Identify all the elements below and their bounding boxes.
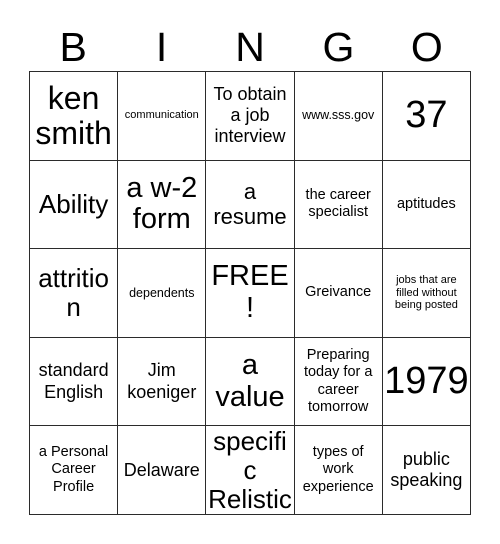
bingo-cell[interactable]: To obtain a job interview bbox=[206, 72, 295, 161]
bingo-cell[interactable]: Greivance bbox=[294, 249, 383, 338]
bingo-cell[interactable]: public speaking bbox=[382, 426, 471, 515]
bingo-header-letter-o: O bbox=[410, 24, 443, 70]
bingo-grid: ken smith communication To obtain a job in… bbox=[29, 71, 471, 515]
bingo-cell-label: ken smith bbox=[35, 80, 112, 151]
bingo-cell-label: types of work experience bbox=[302, 444, 374, 495]
bingo-cell-label: Ability bbox=[38, 188, 109, 219]
bingo-cell[interactable]: the career specialist bbox=[294, 160, 383, 250]
bingo-cell[interactable]: a Personal Career Profile bbox=[30, 426, 119, 515]
bingo-cell[interactable]: a w-2 form bbox=[118, 160, 207, 250]
bingo-cell-label: Jim koeniger bbox=[127, 360, 197, 402]
bingo-cell[interactable]: Preparing today for a career tomorrow bbox=[294, 337, 383, 427]
bingo-cell-label: a Personal Career Profile bbox=[38, 444, 109, 495]
bingo-cell-label: communication bbox=[124, 109, 199, 122]
bingo-cell[interactable]: types of work experience bbox=[294, 426, 383, 515]
bingo-cell[interactable]: 1979 bbox=[382, 337, 471, 427]
bingo-cell-label: Preparing today for a career tomorrow bbox=[303, 346, 373, 415]
bingo-cell-label: the career specialist bbox=[305, 187, 371, 221]
bingo-header-row: B I N G O bbox=[29, 8, 471, 70]
bingo-header-letter-i: I bbox=[155, 24, 168, 70]
bingo-cell[interactable]: Jim koeniger bbox=[118, 337, 207, 427]
bingo-cell-label: a resume bbox=[213, 179, 287, 230]
bingo-cell-label: Delaware bbox=[123, 459, 200, 480]
bingo-cell-label: attrition bbox=[38, 262, 109, 322]
bingo-cell[interactable]: a value bbox=[206, 337, 295, 427]
bingo-cell-label: jobs that are filled without being poste… bbox=[394, 274, 458, 312]
bingo-cell[interactable]: attrition bbox=[30, 249, 119, 338]
bingo-cell-label: 37 bbox=[405, 93, 448, 136]
bingo-cell-label: dependents bbox=[129, 285, 195, 300]
bingo-cell[interactable]: jobs that are filled without being poste… bbox=[382, 249, 471, 338]
bingo-cell[interactable]: aptitudes bbox=[382, 160, 471, 250]
bingo-free-space-cell[interactable]: FREE! bbox=[206, 249, 295, 338]
bingo-header-letter-b: B bbox=[59, 24, 87, 70]
bingo-cell[interactable]: a resume bbox=[206, 160, 295, 250]
bingo-cell-label: a value bbox=[215, 348, 285, 413]
bingo-cell[interactable]: Ability bbox=[30, 160, 119, 250]
bingo-cell-label: Greivance bbox=[305, 284, 372, 301]
bingo-header-letter-g: G bbox=[322, 24, 355, 70]
bingo-cell[interactable]: dependents bbox=[118, 249, 207, 338]
bingo-cell[interactable]: communication bbox=[118, 72, 207, 161]
bingo-cell[interactable]: Delaware bbox=[118, 426, 207, 515]
bingo-cell-label: FREE! bbox=[211, 260, 289, 324]
bingo-cell[interactable]: standard English bbox=[30, 337, 119, 427]
bingo-cell[interactable]: www.sss.gov bbox=[294, 72, 383, 161]
bingo-cell-label: aptitudes bbox=[396, 195, 456, 212]
bingo-cell-label: 1979 bbox=[384, 359, 469, 402]
bingo-cell-label: To obtain a job interview bbox=[213, 83, 287, 147]
bingo-cell-label: www.sss.gov bbox=[302, 108, 375, 123]
bingo-cell-label: specific Relistic bbox=[208, 426, 292, 514]
bingo-cell[interactable]: specific Relistic bbox=[206, 426, 295, 515]
bingo-cell[interactable]: 37 bbox=[382, 72, 471, 161]
bingo-cell-label: public speaking bbox=[390, 448, 463, 491]
bingo-card: B I N G O ken smith communication To obtai… bbox=[0, 0, 500, 544]
bingo-cell-label: standard English bbox=[38, 360, 109, 402]
bingo-header-letter-n: N bbox=[235, 24, 265, 70]
bingo-cell-label: a w-2 form bbox=[126, 171, 198, 236]
bingo-cell[interactable]: ken smith bbox=[30, 72, 119, 161]
